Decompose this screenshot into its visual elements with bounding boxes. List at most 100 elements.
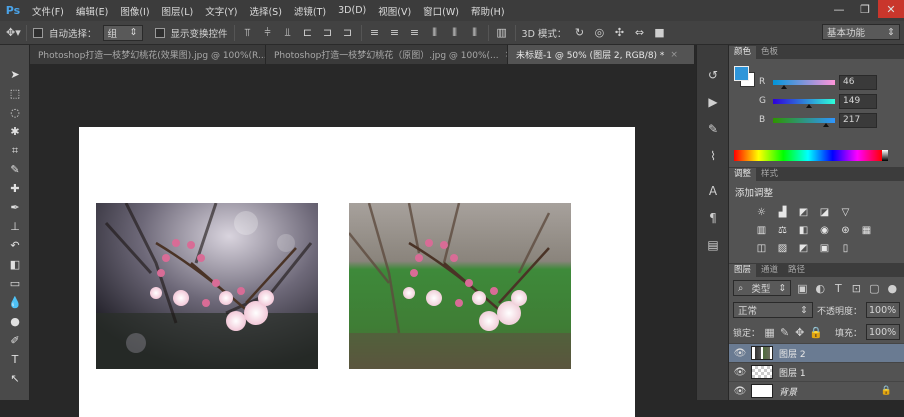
minimize-button[interactable]: — [826,0,852,18]
path-select-tool-icon[interactable]: ↖ [0,369,30,388]
eraser-tool-icon[interactable]: ◧ [0,255,30,274]
brush-tool-icon[interactable]: ✒ [0,198,30,217]
black-white-ramp[interactable] [882,150,888,161]
menu-type[interactable]: 文字(Y) [199,4,243,18]
document-canvas[interactable] [79,127,635,417]
brightness-contrast-icon[interactable]: ☼ [755,207,768,218]
lock-position-icon[interactable]: ✥ [794,326,805,339]
green-value-input[interactable]: 149 [839,93,877,109]
filter-toggle-icon[interactable]: ● [885,282,899,295]
curves-icon[interactable]: ◩ [797,207,810,218]
3d-roll-icon[interactable]: ◎ [592,26,606,39]
distribute-top-icon[interactable]: ≡ [368,26,382,39]
smart-object-filter-icon[interactable]: ▢ [867,282,881,295]
workspace-dropdown[interactable]: 基本功能 ⇕ [822,24,900,40]
color-spectrum-bar[interactable] [734,150,882,161]
eye-icon[interactable]: 👁 [729,386,751,397]
exposure-icon[interactable]: ◪ [818,207,831,218]
menu-file[interactable]: 文件(F) [26,4,70,18]
3d-drag-icon[interactable]: ✣ [612,26,626,39]
eye-icon[interactable]: 👁 [729,348,751,359]
auto-select-dropdown[interactable]: 组 ⇕ [102,24,143,41]
align-right-icon[interactable]: ⊐ [341,26,355,39]
paragraph-panel-icon[interactable]: ¶ [697,204,729,231]
distribute-hcenter-icon[interactable]: ⦀ [448,26,462,40]
properties-panel-icon[interactable]: ▤ [697,231,729,258]
red-slider[interactable] [773,79,835,89]
pen-tool-icon[interactable]: ✐ [0,331,30,350]
pixel-filter-icon[interactable]: ▣ [795,282,809,295]
color-balance-icon[interactable]: ⚖ [776,225,789,236]
3d-slide-icon[interactable]: ⇔ [632,26,646,39]
invert-icon[interactable]: ◫ [755,243,768,254]
channel-mixer-icon[interactable]: ⊛ [839,225,852,236]
distribute-left-icon[interactable]: ⦀ [428,26,442,40]
blue-slider-thumb[interactable] [822,122,829,127]
eyedropper-tool-icon[interactable]: ✎ [0,160,30,179]
actions-panel-icon[interactable]: ▶ [697,88,729,115]
red-slider-thumb[interactable] [781,84,788,89]
red-value-input[interactable]: 46 [839,74,877,90]
move-tool-preset-icon[interactable]: ✥▾ [6,26,21,39]
foreground-color-swatch[interactable] [734,66,749,81]
restore-button[interactable]: ❐ [852,0,878,18]
show-transform-checkbox[interactable] [154,27,165,38]
green-slider[interactable] [773,98,835,108]
type-filter-icon[interactable]: T [831,282,845,295]
distribute-right-icon[interactable]: ⦀ [468,26,482,40]
photo-filter-icon[interactable]: ◉ [818,225,831,236]
tab-paths[interactable]: 路径 [783,264,810,277]
align-left-icon[interactable]: ⊏ [301,26,315,39]
vibrance-icon[interactable]: ▥ [755,225,768,236]
menu-filter[interactable]: 滤镜(T) [288,4,332,18]
shape-filter-icon[interactable]: ⊡ [849,282,863,295]
eye-icon[interactable]: 👁 [729,367,751,378]
auto-select-checkbox[interactable] [33,27,43,38]
green-slider-thumb[interactable] [805,103,812,108]
tab-color[interactable]: 颜色 [729,46,757,59]
align-vcenter-icon[interactable]: ⫩ [261,26,275,40]
align-hcenter-icon[interactable]: ⊐ [321,26,335,39]
3d-rotate-icon[interactable]: ↻ [572,26,586,39]
tab-original-image[interactable]: Photoshop打造一枝梦幻桃花（原图）.jpg @ 100%(...× [266,45,508,64]
align-top-icon[interactable]: ⫪ [241,26,255,40]
menu-help[interactable]: 帮助(H) [465,4,511,18]
levels-icon[interactable]: ▟ [776,207,789,218]
blue-value-input[interactable]: 217 [839,112,877,128]
history-panel-icon[interactable]: ↺ [697,61,729,88]
menu-layer[interactable]: 图层(L) [156,4,200,18]
move-tool-icon[interactable]: ➤ [0,65,30,84]
tab-swatches[interactable]: 色板 [756,46,783,59]
auto-align-icon[interactable]: ▥ [495,26,509,39]
character-panel-icon[interactable]: A [697,177,729,204]
dodge-tool-icon[interactable]: ● [0,312,30,331]
distribute-vcenter-icon[interactable]: ≡ [388,26,402,39]
layer-row-layer-1[interactable]: 👁 图层 1 [729,362,904,381]
opacity-input[interactable]: 100% [866,302,900,318]
posterize-icon[interactable]: ▨ [776,243,789,254]
lock-image-icon[interactable]: ✎ [779,326,790,339]
marquee-tool-icon[interactable]: ⬚ [0,84,30,103]
tab-styles[interactable]: 样式 [756,168,783,181]
layer-kind-filter[interactable]: ⌕ 类型 ⇕ [733,280,792,296]
selective-color-icon[interactable]: ▣ [818,243,831,254]
adjustment-filter-icon[interactable]: ◐ [813,282,827,295]
fill-input[interactable]: 100% [866,324,901,340]
close-button[interactable]: ✕ [878,0,904,18]
gradient-fill-icon[interactable]: ▯ [839,243,852,254]
tab-adjustments[interactable]: 调整 [729,168,757,181]
tab-layers[interactable]: 图层 [729,264,757,277]
type-tool-icon[interactable]: T [0,350,30,369]
crop-tool-icon[interactable]: ⌗ [0,141,30,160]
lock-all-icon[interactable]: 🔒 [809,326,823,339]
menu-select[interactable]: 选择(S) [243,4,287,18]
menu-edit[interactable]: 编辑(E) [70,4,114,18]
menu-view[interactable]: 视图(V) [372,4,417,18]
tab-untitled-1[interactable]: 未标题-1 @ 50% (图层 2, RGB/8) * × [508,45,695,64]
brush-panel-icon[interactable]: ⌇ [697,142,729,169]
history-brush-tool-icon[interactable]: ↶ [0,236,30,255]
gradient-tool-icon[interactable]: ▭ [0,274,30,293]
clone-stamp-tool-icon[interactable]: ⊥ [0,217,30,236]
blur-tool-icon[interactable]: 💧 [0,293,30,312]
blue-slider[interactable] [773,117,835,127]
